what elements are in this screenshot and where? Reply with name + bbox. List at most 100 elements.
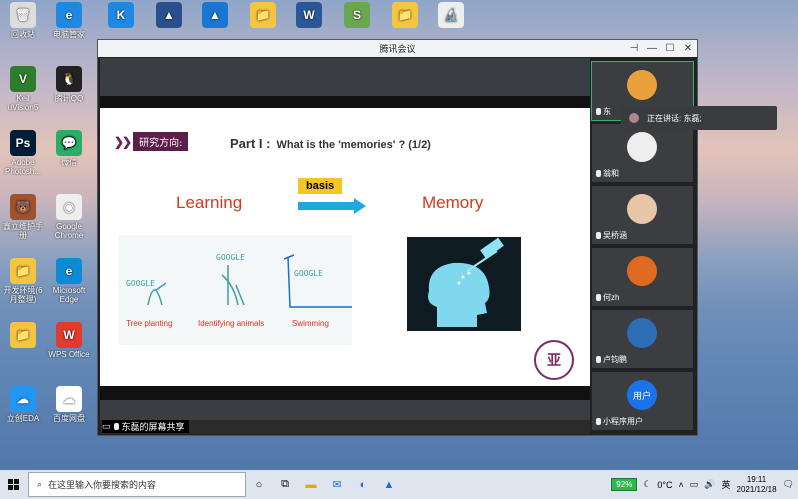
pin-icon[interactable]: ⊣ (629, 43, 639, 54)
desktop-icon[interactable]: e Microsoft Edge (46, 258, 92, 304)
app-icon: 🐧 (56, 66, 82, 92)
screen-icon: ▭ (102, 421, 111, 431)
app-icon: ▲ (156, 2, 182, 28)
clock[interactable]: 19:11 2021/12/18 (737, 475, 777, 495)
battery-indicator[interactable]: 92% (611, 478, 638, 491)
desktop-icon[interactable]: V Keil uVision5 (0, 66, 46, 112)
desktop-icon[interactable]: e 电脑管家 (46, 2, 92, 39)
mic-icon (596, 294, 601, 301)
screen-share-area: ❯❯ 研究方向: Part I : What is the 'memories' … (100, 58, 590, 434)
app-icon: 🐻 (10, 194, 36, 220)
desktop-icon-label: Adobe Photosh... (4, 158, 42, 176)
desktop-icon[interactable]: 🔬 (428, 2, 474, 30)
desktop-icon[interactable]: 📁 (382, 2, 428, 30)
university-seal-logo: 亚 (534, 340, 574, 380)
desktop-icon[interactable]: ☁ 百度网盘 (46, 386, 92, 423)
mail-icon[interactable]: ✉ (324, 472, 350, 498)
caption-tree-planting: Tree planting (126, 319, 173, 328)
desktop-icon[interactable]: 📁 (0, 322, 46, 350)
desktop-icon[interactable]: 📁 开发环境(6月整理) (0, 258, 46, 304)
memory-label: Memory (422, 193, 484, 212)
desktop-icon[interactable]: ▲ (192, 2, 238, 30)
share-band-bottom-dark (100, 386, 590, 400)
cortana-icon[interactable]: ○ (246, 472, 272, 498)
desktop-icon[interactable]: K (98, 2, 144, 30)
weather-icon[interactable]: ☾ (643, 479, 651, 490)
desktop-icon-label: 开发环境(6月整理) (3, 286, 43, 304)
taskbar: ⌕ 在这里输入你要搜索的内容 ○ ⧉ ▬ ✉ ◐ ▲ 92% ☾ 0°C ˄ ▭… (0, 470, 798, 499)
participant-name: 卢钧鹏 (603, 355, 627, 364)
participant-avatar (627, 256, 657, 286)
right-arrow-icon (298, 202, 354, 210)
app-icon: 💬 (56, 130, 82, 156)
desktop-icon[interactable]: 🗑 回收站 (0, 2, 46, 39)
share-band-bottom (100, 400, 590, 420)
participant-avatar: 用户 (627, 380, 657, 410)
desktop-icon[interactable]: W (286, 2, 332, 30)
close-button[interactable]: ✕ (683, 43, 693, 54)
start-button[interactable] (0, 470, 28, 499)
app-icon: Ps (10, 130, 36, 156)
slide-title: Part I : What is the 'memories' ? (1/2) (230, 136, 431, 151)
participant-tile[interactable]: 用户 小程序用户 (592, 372, 693, 430)
desktop-icon[interactable]: Ps Adobe Photosh... (0, 130, 46, 176)
participant-name-row: 翁和 (596, 168, 619, 179)
doodle-drawings (147, 254, 352, 308)
desktop-icon-label: Google Chrome (54, 222, 84, 240)
network-icon[interactable]: ▭ (690, 479, 699, 490)
participant-tile[interactable]: 何zh (592, 248, 693, 306)
participant-name: 翁和 (603, 169, 619, 178)
participant-tile[interactable]: 翁和 (592, 124, 693, 182)
desktop-icon-label: 鑫立维护手册 (3, 222, 43, 240)
tencent-meeting-taskbar-icon[interactable]: ▲ (376, 472, 402, 498)
file-explorer-icon[interactable]: ▬ (298, 472, 324, 498)
part-label: Part I : (230, 136, 271, 151)
title-bar[interactable]: 腾讯会议 ⊣ — ☐ ✕ (98, 40, 697, 57)
desktop-icon-label: 立创EDA (6, 414, 40, 423)
desktop-icon[interactable]: 💬 微信 (46, 130, 92, 167)
chevron-up-icon[interactable]: ˄ (679, 480, 684, 490)
desktop-icon-label: Keil uVision5 (7, 94, 39, 112)
desktop-icon[interactable]: 🐧 腾讯QQ (46, 66, 92, 103)
temperature-text[interactable]: 0°C (657, 480, 672, 490)
lark-icon[interactable]: ◐ (350, 472, 376, 498)
desktop-icon[interactable]: ◉ Google Chrome (46, 194, 92, 240)
participant-tile[interactable]: 吴桥涵 (592, 186, 693, 244)
participant-avatar (627, 70, 657, 100)
research-direction-tag: ❯❯ 研究方向: (114, 132, 189, 151)
participant-name-row: 卢钧鹏 (596, 354, 627, 365)
clock-time: 19:11 (746, 474, 767, 484)
desktop-icon[interactable]: 🐻 鑫立维护手册 (0, 194, 46, 240)
app-icon: 🗑 (10, 2, 36, 28)
task-view-icon[interactable]: ⧉ (272, 472, 298, 498)
notification-icon[interactable]: 🗨 (783, 479, 794, 490)
learning-examples-panel: GOOGLE GOOGLE GOOGLE Tree planting Ident… (118, 235, 352, 345)
app-icon: e (56, 258, 82, 284)
desktop-icon-label: Microsoft Edge (52, 286, 86, 304)
desktop-icon[interactable]: W WPS Office (46, 322, 92, 359)
app-icon: S (344, 2, 370, 28)
mic-icon (113, 423, 119, 430)
app-icon: W (56, 322, 82, 348)
desktop-icon-label: 电脑管家 (53, 30, 85, 39)
taskbar-search-input[interactable]: ⌕ 在这里输入你要搜索的内容 (28, 472, 246, 497)
participant-name-row: 东 (596, 106, 611, 117)
maximize-button[interactable]: ☐ (665, 43, 675, 54)
research-direction-label: 研究方向: (133, 132, 189, 151)
desktop-icon[interactable]: ▲ (146, 2, 192, 30)
participant-tile[interactable]: 卢钧鹏 (592, 310, 693, 368)
speaking-text: 正在讲话: 东磊; (647, 113, 702, 123)
minimize-button[interactable]: — (647, 43, 657, 54)
search-icon: ⌕ (37, 479, 43, 489)
caption-swimming: Swimming (292, 319, 329, 328)
basis-label: basis (298, 178, 343, 194)
volume-icon[interactable]: 🔊 (704, 479, 715, 490)
desktop-icon[interactable]: 📁 (240, 2, 286, 30)
app-icon: 📁 (10, 322, 36, 348)
mic-icon (596, 232, 601, 239)
input-method-indicator[interactable]: 英 (722, 478, 731, 491)
desktop-icon[interactable]: S (334, 2, 380, 30)
share-band-top (100, 58, 590, 96)
participant-name-row: 吴桥涵 (596, 230, 627, 241)
desktop-icon[interactable]: ☁ 立创EDA (0, 386, 46, 423)
